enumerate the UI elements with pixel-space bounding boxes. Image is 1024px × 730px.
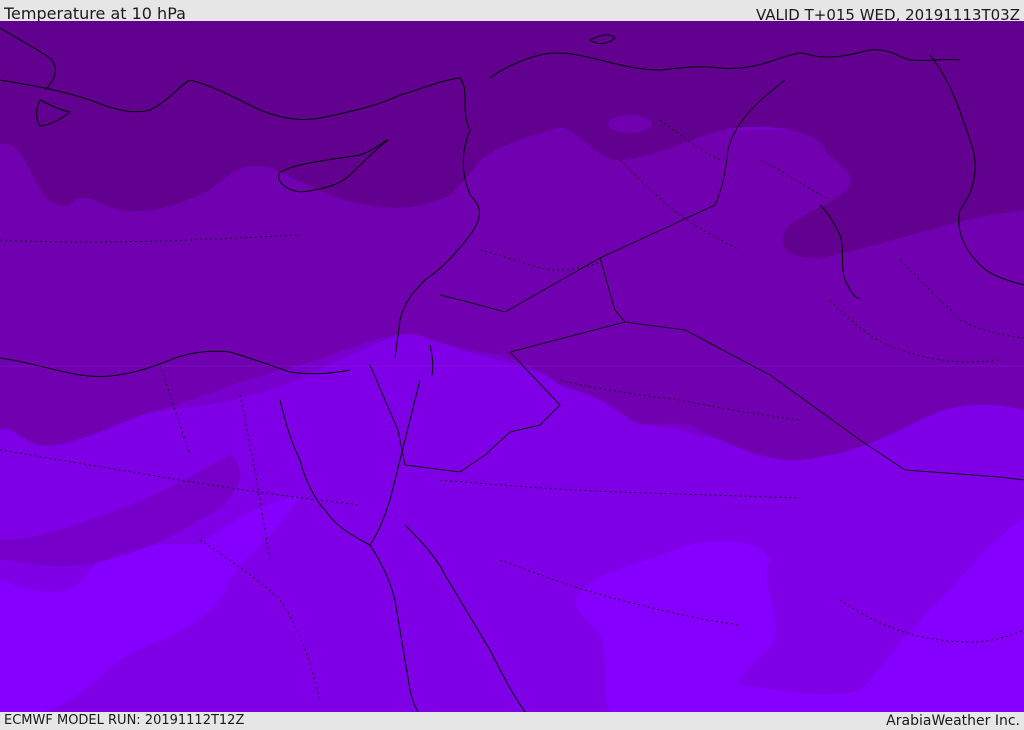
temperature-map[interactable] xyxy=(0,21,1024,712)
brand-label: ArabiaWeather Inc. xyxy=(886,713,1020,729)
map-canvas xyxy=(0,21,1024,712)
header-bar: Temperature at 10 hPa VALID T+015 WED, 2… xyxy=(0,0,1024,24)
footer-bar: ECMWF MODEL RUN: 20191112T12Z ArabiaWeat… xyxy=(0,712,1024,729)
band-coldest-patch xyxy=(608,115,652,133)
model-run: ECMWF MODEL RUN: 20191112T12Z xyxy=(4,713,245,728)
